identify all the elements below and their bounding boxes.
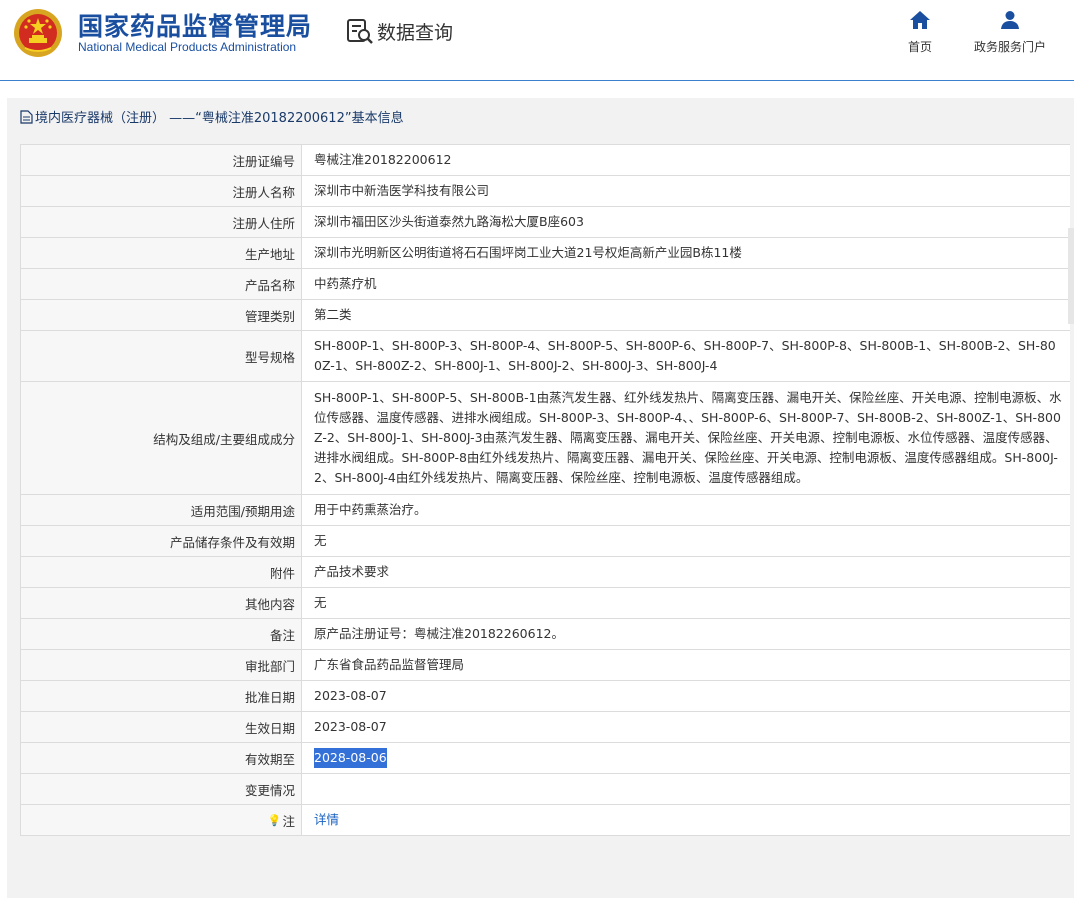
expiry-date: 2028-08-06: [314, 748, 387, 768]
home-icon: [910, 11, 930, 29]
scrollbar-track[interactable]: [1068, 228, 1074, 324]
national-emblem-icon: [14, 9, 62, 57]
model-specifications: SH-800P-1、SH-800P-3、SH-800P-4、SH-800P-5、…: [314, 338, 1056, 373]
user-icon: [1001, 11, 1019, 29]
info-table: 注册证编号 粤械注准20182200612 注册人名称 深圳市中新浩医学科技有限…: [20, 144, 1070, 836]
field-value: [302, 774, 1070, 804]
data-query-icon: [347, 19, 373, 44]
nav-service-portal[interactable]: 政务服务门户: [960, 10, 1060, 55]
table-row: 变更情况: [20, 774, 1070, 805]
data-query-link[interactable]: 数据查询: [346, 16, 453, 46]
table-row: 审批部门 广东省食品药品监督管理局: [20, 650, 1070, 681]
table-row: 💡 注 详情: [20, 805, 1070, 836]
table-row: 注册人名称 深圳市中新浩医学科技有限公司: [20, 176, 1070, 207]
field-value: SH-800P-1、SH-800P-5、SH-800B-1由蒸汽发生器、红外线发…: [302, 382, 1070, 494]
field-value: 产品技术要求: [302, 557, 1070, 587]
data-query-label: 数据查询: [377, 21, 454, 44]
field-label: 生产地址: [20, 238, 302, 268]
field-label: 附件: [20, 557, 302, 587]
document-icon: [20, 109, 33, 124]
effective-date: 2023-08-07: [314, 719, 387, 734]
panel-title: 境内医疗器械（注册） ——“粤械注准20182200612”基本信息: [20, 107, 404, 126]
registrant-address: 深圳市福田区沙头街道泰然九路海松大厦B座603: [314, 214, 584, 229]
field-value: 用于中药熏蒸治疗。: [302, 495, 1070, 525]
field-value: 原产品注册证号：粤械注准20182260612。: [302, 619, 1070, 649]
attachments: 产品技术要求: [314, 564, 390, 579]
table-row: 产品名称 中药蒸疗机: [20, 269, 1070, 300]
field-value: 深圳市福田区沙头街道泰然九路海松大厦B座603: [302, 207, 1070, 237]
field-value: 详情: [302, 805, 1070, 835]
table-row: 附件 产品技术要求: [20, 557, 1070, 588]
field-value: 第二类: [302, 300, 1070, 330]
field-label: 批准日期: [20, 681, 302, 711]
nav-home[interactable]: 首页: [870, 10, 970, 55]
other-content: 无: [314, 595, 327, 610]
site-header: 国家药品监督管理局 National Medical Products Admi…: [0, 0, 1074, 81]
field-label: 管理类别: [20, 300, 302, 330]
field-label: 注册人名称: [20, 176, 302, 206]
field-value: 无: [302, 526, 1070, 556]
nav-home-label: 首页: [907, 40, 932, 54]
field-label: 有效期至: [20, 743, 302, 773]
field-value: SH-800P-1、SH-800P-3、SH-800P-4、SH-800P-5、…: [302, 331, 1070, 381]
table-row: 型号规格 SH-800P-1、SH-800P-3、SH-800P-4、SH-80…: [20, 331, 1070, 382]
field-label: 审批部门: [20, 650, 302, 680]
table-row: 备注 原产品注册证号：粤械注准20182260612。: [20, 619, 1070, 650]
field-value: 2023-08-07: [302, 681, 1070, 711]
remarks: 原产品注册证号：粤械注准20182260612。: [314, 626, 564, 641]
product-name: 中药蒸疗机: [314, 276, 377, 291]
field-label: 备注: [20, 619, 302, 649]
site-title-en: National Medical Products Administration: [78, 40, 297, 54]
production-address: 深圳市光明新区公明街道将石石围坪岗工业大道21号权炬高新产业园B栋11楼: [314, 245, 742, 260]
structure-composition: SH-800P-1、SH-800P-5、SH-800B-1由蒸汽发生器、红外线发…: [314, 390, 1062, 485]
registrant-name: 深圳市中新浩医学科技有限公司: [314, 183, 490, 198]
table-row: 产品储存条件及有效期 无: [20, 526, 1070, 557]
table-row: 适用范围/预期用途 用于中药熏蒸治疗。: [20, 495, 1070, 526]
note-label: 注: [282, 813, 295, 829]
field-label: 其他内容: [20, 588, 302, 618]
nav-service-portal-label: 政务服务门户: [973, 40, 1046, 54]
field-label: 注册人住所: [20, 207, 302, 237]
lightbulb-icon: 💡: [267, 813, 282, 827]
field-value: 粤械注准20182200612: [302, 145, 1070, 175]
field-label: 结构及组成/主要组成成分: [20, 382, 302, 494]
field-label: 产品储存条件及有效期: [20, 526, 302, 556]
field-label: 💡 注: [20, 805, 302, 835]
field-label: 适用范围/预期用途: [20, 495, 302, 525]
field-value: 深圳市中新浩医学科技有限公司: [302, 176, 1070, 206]
field-label: 型号规格: [20, 331, 302, 381]
approval-department: 广东省食品药品监督管理局: [314, 657, 465, 672]
panel-title-text: 境内医疗器械（注册） ——“粤械注准20182200612”基本信息: [35, 111, 404, 126]
registration-number: 粤械注准20182200612: [314, 152, 452, 167]
table-row: 注册人住所 深圳市福田区沙头街道泰然九路海松大厦B座603: [20, 207, 1070, 238]
storage-conditions: 无: [314, 533, 327, 548]
field-label: 变更情况: [20, 774, 302, 804]
table-row: 其他内容 无: [20, 588, 1070, 619]
site-title-cn: 国家药品监督管理局: [78, 12, 313, 41]
field-value: 无: [302, 588, 1070, 618]
details-link[interactable]: 详情: [314, 810, 339, 830]
intended-use: 用于中药熏蒸治疗。: [314, 502, 427, 517]
table-row: 管理类别 第二类: [20, 300, 1070, 331]
table-row: 结构及组成/主要组成成分 SH-800P-1、SH-800P-5、SH-800B…: [20, 382, 1070, 495]
field-label: 产品名称: [20, 269, 302, 299]
management-category: 第二类: [314, 307, 352, 322]
table-row: 生产地址 深圳市光明新区公明街道将石石围坪岗工业大道21号权炬高新产业园B栋11…: [20, 238, 1070, 269]
table-row: 批准日期 2023-08-07: [20, 681, 1070, 712]
field-value: 2028-08-06: [302, 743, 1070, 773]
field-label: 生效日期: [20, 712, 302, 742]
table-row: 生效日期 2023-08-07: [20, 712, 1070, 743]
field-label: 注册证编号: [20, 145, 302, 175]
field-value: 广东省食品药品监督管理局: [302, 650, 1070, 680]
table-row: 注册证编号 粤械注准20182200612: [20, 145, 1070, 176]
field-value: 2023-08-07: [302, 712, 1070, 742]
approval-date: 2023-08-07: [314, 688, 387, 703]
table-row: 有效期至 2028-08-06: [20, 743, 1070, 774]
field-value: 中药蒸疗机: [302, 269, 1070, 299]
field-value: 深圳市光明新区公明街道将石石围坪岗工业大道21号权炬高新产业园B栋11楼: [302, 238, 1070, 268]
